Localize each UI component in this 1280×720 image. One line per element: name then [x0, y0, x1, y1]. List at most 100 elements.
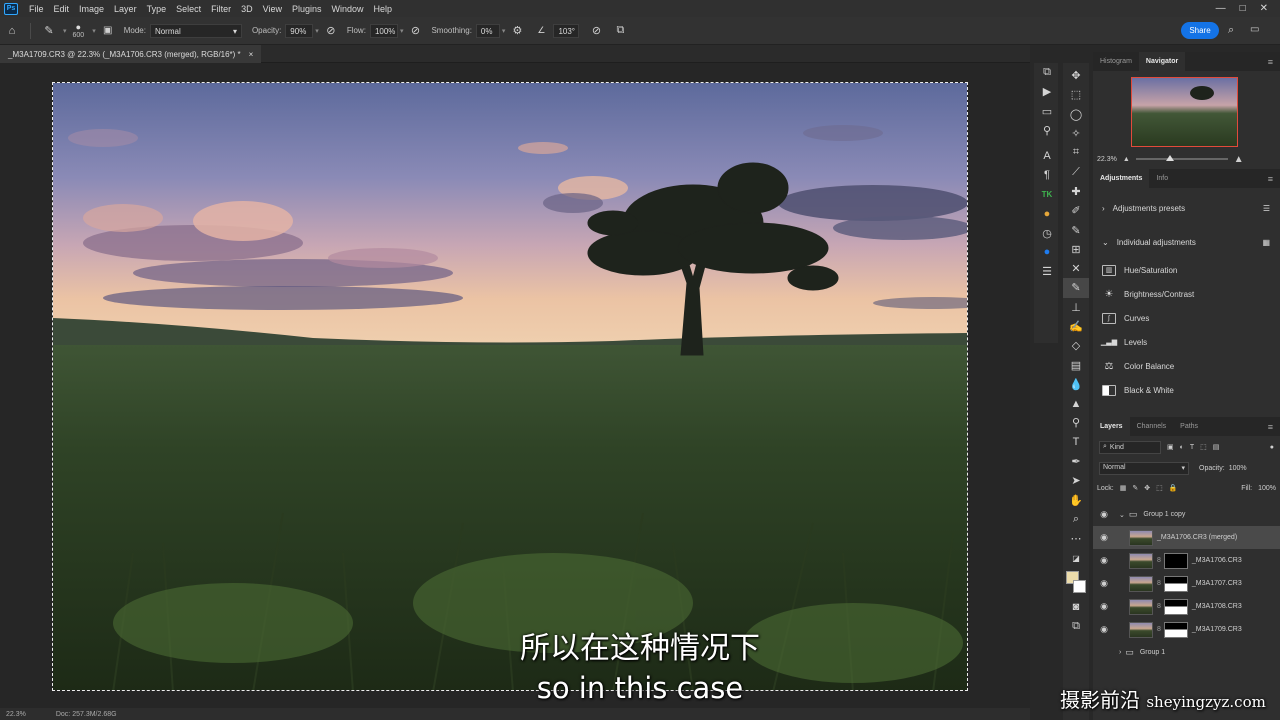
- layer-opacity-value[interactable]: 100%: [1229, 465, 1247, 472]
- layer-m3a1708[interactable]: ◉ 8 _M3A1708.CR3: [1093, 595, 1280, 618]
- history-clock-icon[interactable]: ◷: [1034, 223, 1060, 242]
- adjustment-levels[interactable]: ▁▃▆ Levels: [1093, 330, 1280, 354]
- quick-mask-icon[interactable]: ◙: [1063, 598, 1089, 617]
- actions-play-icon[interactable]: ▶: [1034, 82, 1060, 101]
- layer-mask-thumbnail[interactable]: [1163, 598, 1188, 615]
- menu-view[interactable]: View: [258, 4, 287, 14]
- visibility-eye-icon[interactable]: ◉: [1093, 578, 1115, 589]
- link-chain-icon[interactable]: 8: [1157, 603, 1161, 610]
- clone-stamp-tool-icon[interactable]: ⊥: [1063, 298, 1089, 317]
- home-icon[interactable]: ⌂: [3, 22, 21, 40]
- filter-type-icon[interactable]: T: [1190, 444, 1194, 451]
- minimize-button[interactable]: —: [1216, 3, 1226, 14]
- chevron-down-icon[interactable]: ▾: [400, 27, 404, 35]
- zoom-out-icon[interactable]: ▲: [1123, 156, 1130, 163]
- layer-mask-thumbnail[interactable]: [1163, 552, 1188, 569]
- zoom-tool-icon[interactable]: ⌕: [1063, 510, 1089, 529]
- panel-menu-icon[interactable]: ≡: [1261, 417, 1280, 436]
- slider-handle[interactable]: [1165, 155, 1174, 161]
- brush-tool-icon[interactable]: ✎: [40, 22, 58, 40]
- layer-m3a1707[interactable]: ◉ 8 _M3A1707.CR3: [1093, 572, 1280, 595]
- tab-histogram[interactable]: Histogram: [1093, 52, 1139, 71]
- menu-edit[interactable]: Edit: [49, 4, 75, 14]
- adjustments-presets-row[interactable]: › Adjustments presets ☰: [1093, 196, 1280, 220]
- filter-adjustment-icon[interactable]: ◐: [1180, 444, 1184, 451]
- lock-position-icon[interactable]: ✥: [1144, 484, 1150, 492]
- patch-tool-icon[interactable]: ✐: [1063, 201, 1089, 220]
- history-brush-tool-icon[interactable]: ✍: [1063, 317, 1089, 336]
- close-icon[interactable]: ×: [249, 50, 254, 59]
- blend-mode-select[interactable]: Normal ▾: [1099, 461, 1189, 475]
- properties-icon[interactable]: ☰: [1034, 262, 1060, 281]
- opacity-input[interactable]: 90%: [285, 23, 314, 38]
- chevron-down-icon[interactable]: ▾: [63, 27, 67, 35]
- menu-file[interactable]: File: [24, 4, 49, 14]
- chevron-down-icon[interactable]: ▾: [502, 27, 506, 35]
- filter-smart-icon[interactable]: ▤: [1213, 443, 1220, 451]
- brushes-panel-icon[interactable]: ⚲: [1034, 121, 1060, 140]
- layer-group-1-copy[interactable]: ◉ ⌄ ▭ Group 1 copy: [1093, 503, 1280, 526]
- color-swatches[interactable]: [1063, 568, 1089, 598]
- tab-layers[interactable]: Layers: [1093, 417, 1130, 436]
- visibility-eye-icon[interactable]: ◉: [1093, 601, 1115, 612]
- flow-input[interactable]: 100%: [369, 23, 398, 38]
- panel-menu-icon[interactable]: ≡: [1261, 169, 1280, 188]
- pressure-size-icon[interactable]: ⊘: [587, 22, 605, 40]
- tk-plugin-icon[interactable]: TK: [1034, 185, 1060, 204]
- document-canvas[interactable]: [52, 82, 968, 691]
- pen-tool-icon[interactable]: ✒: [1063, 452, 1089, 471]
- mode-select[interactable]: Normal ▾: [149, 23, 242, 38]
- zoom-readout[interactable]: 22.3%: [6, 711, 26, 718]
- maximize-button[interactable]: □: [1240, 3, 1246, 14]
- marquee-tool-icon[interactable]: ⬚: [1063, 85, 1089, 104]
- zoom-in-icon[interactable]: ▲: [1234, 154, 1244, 165]
- history-panel-icon[interactable]: ⧉: [1034, 63, 1060, 82]
- eraser-tool-icon[interactable]: ◇: [1063, 336, 1089, 355]
- layer-filter-select[interactable]: ⌕ Kind: [1099, 440, 1161, 454]
- eyedropper-tool-icon[interactable]: ⟋: [1063, 162, 1089, 181]
- filter-pixel-icon[interactable]: ▣: [1167, 443, 1174, 451]
- lock-transparent-icon[interactable]: ▦: [1120, 484, 1127, 492]
- adjustment-color-balance[interactable]: ⚖ Color Balance: [1093, 354, 1280, 378]
- visibility-eye-icon[interactable]: ◉: [1093, 555, 1115, 566]
- path-select-tool-icon[interactable]: ➤: [1063, 471, 1089, 490]
- type-tool-icon[interactable]: T: [1063, 433, 1089, 452]
- fill-value[interactable]: 100%: [1258, 485, 1276, 492]
- panel-menu-icon[interactable]: ≡: [1261, 52, 1280, 71]
- filter-shape-icon[interactable]: ⬚: [1200, 443, 1207, 451]
- pressure-opacity-icon[interactable]: ⊘: [322, 22, 340, 40]
- transform-tool-icon[interactable]: ✕: [1063, 259, 1089, 278]
- quick-select-tool-icon[interactable]: ✧: [1063, 124, 1089, 143]
- menu-type[interactable]: Type: [142, 4, 172, 14]
- spot-brush-tool-icon[interactable]: ✎: [1063, 220, 1089, 239]
- menu-plugins[interactable]: Plugins: [287, 4, 327, 14]
- tab-adjustments[interactable]: Adjustments: [1093, 169, 1150, 188]
- menu-filter[interactable]: Filter: [206, 4, 236, 14]
- chevron-down-icon[interactable]: ▾: [315, 27, 319, 35]
- adjustment-hue-saturation[interactable]: ▥ Hue/Saturation: [1093, 258, 1280, 282]
- airbrush-icon[interactable]: ⊘: [406, 22, 424, 40]
- background-color-swatch[interactable]: [1073, 579, 1086, 593]
- lock-all-icon[interactable]: 🔒: [1169, 484, 1178, 492]
- gear-icon[interactable]: ⚙: [508, 22, 526, 40]
- tab-info[interactable]: Info: [1149, 169, 1175, 188]
- lock-artboard-icon[interactable]: ⬚: [1156, 484, 1163, 492]
- visibility-eye-icon[interactable]: ◉: [1093, 532, 1115, 543]
- layer-m3a1706[interactable]: ◉ 8 _M3A1706.CR3: [1093, 549, 1280, 572]
- search-icon[interactable]: ⌕: [1228, 24, 1234, 37]
- grid-view-icon[interactable]: ▦: [1262, 238, 1270, 247]
- close-window-button[interactable]: ✕: [1260, 3, 1268, 14]
- tab-channels[interactable]: Channels: [1130, 417, 1174, 436]
- share-button[interactable]: Share: [1181, 22, 1219, 39]
- blur-tool-icon[interactable]: 💧: [1063, 375, 1089, 394]
- brush-tool-icon[interactable]: ✎: [1063, 278, 1089, 298]
- filter-toggle-icon[interactable]: ●: [1270, 444, 1274, 451]
- adjustment-curves[interactable]: ∫ Curves: [1093, 306, 1280, 330]
- adjustment-black-white[interactable]: Black & White: [1093, 378, 1280, 402]
- burn-tool-icon[interactable]: ⚲: [1063, 413, 1089, 432]
- workspace-icon[interactable]: ▭: [1250, 24, 1259, 35]
- default-colors-icon[interactable]: ◪: [1063, 548, 1089, 567]
- navigator-zoom-slider[interactable]: [1135, 155, 1228, 161]
- layer-mask-thumbnail[interactable]: [1163, 575, 1188, 592]
- object-select-tool-icon[interactable]: ⊞: [1063, 240, 1089, 259]
